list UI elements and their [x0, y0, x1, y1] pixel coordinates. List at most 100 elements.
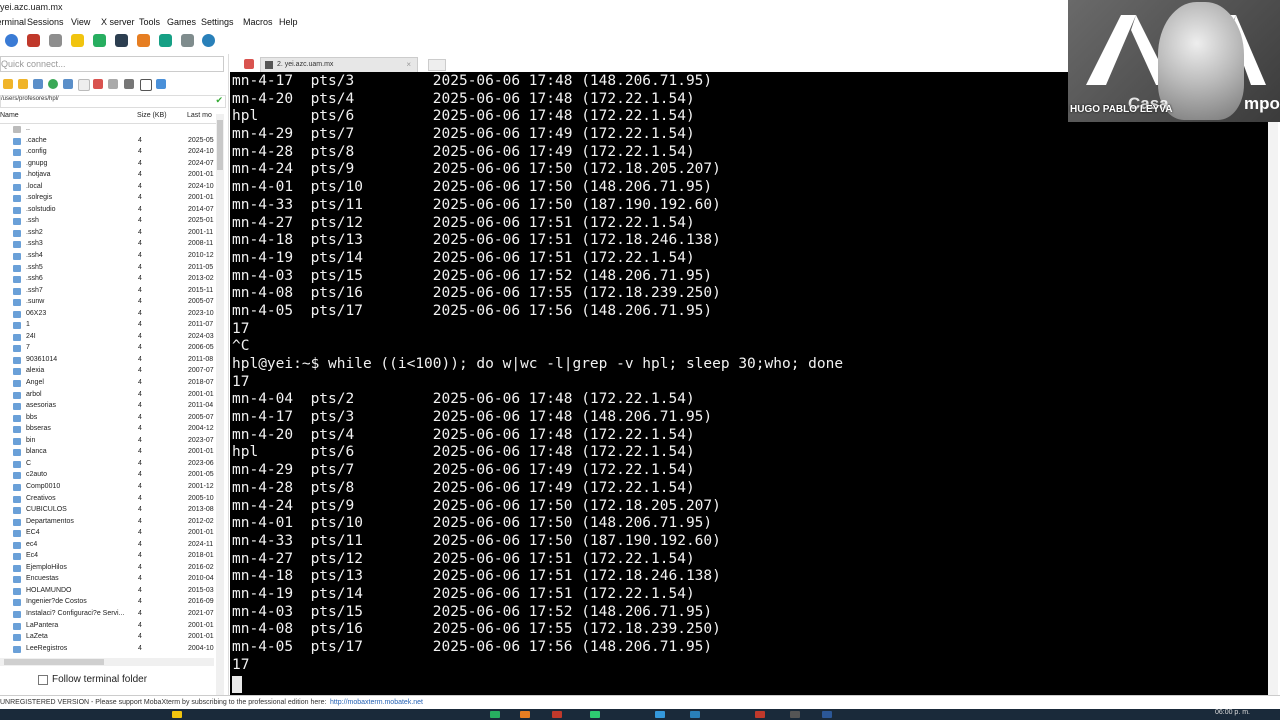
file-row[interactable]: bbseras 4 2004-12 — [0, 424, 215, 436]
file-row[interactable]: alexia 4 2007-07 — [0, 366, 215, 378]
file-row[interactable]: 90361014 4 2011-08 — [0, 355, 215, 367]
taskbar-app-icon[interactable] — [520, 711, 530, 718]
file-row[interactable]: .ssh6 4 2013-02 — [0, 274, 215, 286]
file-row[interactable]: .. — [0, 124, 215, 136]
file-row[interactable]: CUBICULOS 4 2013-08 — [0, 505, 215, 517]
terminal[interactable]: mn-4-17 pts/3 2025-06-06 17:48 (148.206.… — [230, 72, 1278, 695]
file-row[interactable]: .solstudio 4 2014-07 — [0, 205, 215, 217]
file-row[interactable]: LaZeta 4 2001-01 — [0, 632, 215, 644]
file-row[interactable]: arbol 4 2001-01 — [0, 390, 215, 402]
menu-sessions[interactable]: Sessions — [27, 17, 64, 27]
taskbar-clock[interactable]: 06:00 p. m. — [1215, 709, 1250, 716]
file-row[interactable]: Ingenier?de Costos 4 2016-09 — [0, 597, 215, 609]
menu-terminal[interactable]: Terminal — [0, 17, 26, 27]
menu-macros[interactable]: Macros — [243, 17, 273, 27]
file-row[interactable]: 7 4 2006-05 — [0, 343, 215, 355]
file-row[interactable]: LeeRegistros 4 2004-10 — [0, 644, 215, 656]
new-tab-button[interactable] — [428, 59, 446, 71]
menu-xserver[interactable]: X server — [101, 17, 135, 27]
tunneling-icon[interactable] — [181, 34, 194, 47]
split-icon[interactable] — [137, 34, 150, 47]
file-row[interactable]: LaPantera 4 2001-01 — [0, 621, 215, 633]
home-tab-icon[interactable] — [244, 59, 254, 69]
file-row[interactable]: C 4 2023-06 — [0, 459, 215, 471]
file-row[interactable]: HOLAMUNDO 4 2015-03 — [0, 586, 215, 598]
open-folder-icon[interactable] — [18, 79, 28, 89]
file-row[interactable]: .ssh3 4 2008-11 — [0, 239, 215, 251]
grid-view-icon[interactable] — [156, 79, 166, 89]
column-size[interactable]: Size (KB) — [137, 112, 167, 119]
view-icon[interactable] — [115, 34, 128, 47]
file-row[interactable]: blanca 4 2001-01 — [0, 447, 215, 459]
file-row[interactable]: .ssh7 4 2015-11 — [0, 286, 215, 298]
file-row[interactable]: .config 4 2024-10 — [0, 147, 215, 159]
taskbar-app-icon[interactable] — [590, 711, 600, 718]
tools-icon[interactable] — [49, 34, 62, 47]
sessions-icon[interactable] — [93, 34, 106, 47]
refresh-icon[interactable] — [48, 79, 58, 89]
file-row[interactable]: Creativos 4 2005-10 — [0, 494, 215, 506]
file-row[interactable]: 24I 4 2024-03 — [0, 332, 215, 344]
multiexec-icon[interactable] — [159, 34, 172, 47]
servers-icon[interactable] — [27, 34, 40, 47]
menu-view[interactable]: View — [71, 17, 90, 27]
taskbar-app-icon[interactable] — [552, 711, 562, 718]
column-name[interactable]: Name — [0, 112, 19, 119]
file-row[interactable]: .gnupg 4 2024-07 — [0, 159, 215, 171]
taskbar-app-icon[interactable] — [822, 711, 832, 718]
follow-terminal-folder[interactable]: Follow terminal folder — [38, 674, 147, 685]
file-row[interactable]: bbs 4 2005-07 — [0, 413, 215, 425]
folder-up-icon[interactable] — [3, 79, 13, 89]
file-row[interactable]: Instalaci? Configuraci?e Servi... 4 2021-0… — [0, 609, 215, 621]
file-row[interactable]: c2auto 4 2001-05 — [0, 470, 215, 482]
file-row[interactable]: .hotjava 4 2001-01 — [0, 170, 215, 182]
file-row[interactable]: .ssh 4 2025-01 — [0, 216, 215, 228]
file-row[interactable]: Angel 4 2018-07 — [0, 378, 215, 390]
taskbar-app-icon[interactable] — [755, 711, 765, 718]
file-row[interactable]: bin 4 2023-07 — [0, 436, 215, 448]
text-icon[interactable] — [140, 79, 152, 91]
taskbar-app-icon[interactable] — [690, 711, 700, 718]
file-row[interactable]: asesorias 4 2011-04 — [0, 401, 215, 413]
menu-games[interactable]: Games — [167, 17, 196, 27]
terminal-icon[interactable] — [124, 79, 134, 89]
close-icon[interactable]: × — [406, 58, 411, 72]
file-row[interactable]: 06X23 4 2023-10 — [0, 309, 215, 321]
download-icon[interactable] — [33, 79, 43, 89]
file-row[interactable]: .ssh2 4 2001-11 — [0, 228, 215, 240]
session-icon[interactable] — [5, 34, 18, 47]
search-icon[interactable] — [108, 79, 118, 89]
file-row[interactable]: .cache 4 2025-05 — [0, 136, 215, 148]
terminal-scrollbar[interactable] — [1268, 72, 1278, 695]
menu-settings[interactable]: Settings — [201, 17, 234, 27]
quick-connect-input[interactable]: Quick connect... — [0, 56, 224, 72]
file-row[interactable]: .ssh5 4 2011-05 — [0, 263, 215, 275]
file-row[interactable]: Comp0010 4 2001-12 — [0, 482, 215, 494]
file-row[interactable]: .ssh4 4 2010-12 — [0, 251, 215, 263]
file-row[interactable]: Encuestas 4 2010-04 — [0, 574, 215, 586]
file-row[interactable]: Departamentos 4 2012-02 — [0, 517, 215, 529]
upload-icon[interactable] — [63, 79, 73, 89]
taskbar-app-icon[interactable] — [490, 711, 500, 718]
file-row[interactable]: EjemploHilos 4 2016-02 — [0, 563, 215, 575]
file-list-scrollbar[interactable] — [216, 114, 224, 704]
help-icon[interactable] — [202, 34, 215, 47]
menu-tools[interactable]: Tools — [139, 17, 160, 27]
delete-icon[interactable] — [93, 79, 103, 89]
path-bar[interactable]: /users/profesores/hpl/ ✔ — [0, 95, 226, 108]
taskbar-app-icon[interactable] — [790, 711, 800, 718]
file-row[interactable]: .local 4 2024-10 — [0, 182, 215, 194]
taskbar-app-icon[interactable] — [655, 711, 665, 718]
taskbar-app-icon[interactable] — [172, 711, 182, 718]
file-list-hscrollbar[interactable] — [0, 658, 214, 666]
new-file-icon[interactable] — [78, 79, 90, 91]
follow-checkbox[interactable] — [38, 675, 48, 685]
file-row[interactable]: .solregis 4 2001-01 — [0, 193, 215, 205]
mobaxterm-link[interactable]: http://mobaxterm.mobatek.net — [330, 696, 423, 709]
tab-session-2[interactable]: 2. yei.azc.uam.mx × — [260, 57, 418, 72]
file-row[interactable]: Ec4 4 2018-01 — [0, 551, 215, 563]
column-modified[interactable]: Last mo — [187, 112, 212, 119]
checkmark-icon[interactable]: ✔ — [215, 95, 223, 106]
star-icon[interactable] — [71, 34, 84, 47]
file-row[interactable]: 1 4 2011-07 — [0, 320, 215, 332]
